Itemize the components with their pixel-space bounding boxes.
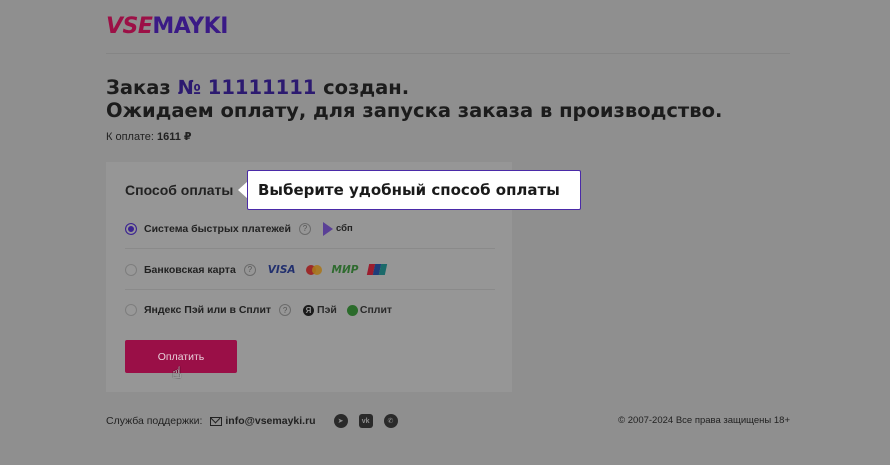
option-yandex-label: Яндекс Пэй или в Сплит <box>144 304 272 316</box>
sbp-text: сбп <box>335 223 353 234</box>
order-subtitle: Ожидаем оплату, для запуска заказа в про… <box>106 99 723 122</box>
copyright: © 2007-2024 Все права защищены 18+ <box>618 415 790 426</box>
mir-logo-icon: МИР <box>331 263 359 276</box>
telegram-icon[interactable]: ➤ <box>333 414 348 428</box>
yandex-pay-logo-icon: Я Пэй <box>303 304 337 316</box>
order-number: № 11111111 <box>177 76 317 99</box>
vk-icon[interactable]: vk <box>358 414 373 428</box>
mail-icon <box>210 416 223 426</box>
option-card[interactable]: Банковская карта ? VISA МИР <box>125 250 495 290</box>
radio-card[interactable] <box>125 263 137 276</box>
yandex-pay-text: Пэй <box>317 304 337 316</box>
social-links: ➤ vk ✆ <box>333 414 409 428</box>
visa-logo-icon: VISA <box>267 263 296 276</box>
option-sbp[interactable]: Система быстрых платежей ? сбп <box>125 209 495 249</box>
whatsapp-icon[interactable]: ✆ <box>383 414 398 428</box>
support-info: Служба поддержки: info@vsemayki.ru ➤ vk … <box>106 414 409 428</box>
order-prefix: Заказ <box>106 76 178 99</box>
split-logo-icon: Сплит <box>346 304 393 316</box>
option-yandex[interactable]: Яндекс Пэй или в Сплит ? Я Пэй Сплит <box>125 290 495 330</box>
help-icon[interactable]: ? <box>298 222 311 235</box>
unionpay-logo-icon <box>367 264 388 275</box>
logo-part-1: VSE <box>106 14 153 39</box>
support-email-link[interactable]: info@vsemayki.ru <box>225 415 315 427</box>
split-text: Сплит <box>359 304 393 316</box>
support-label: Служба поддержки: <box>106 415 203 427</box>
amount-label: К оплате: <box>106 131 157 143</box>
help-icon[interactable]: ? <box>279 304 292 316</box>
tooltip: Выберите удобный способ оплаты <box>247 170 581 210</box>
sbp-logo-icon: сбп <box>322 221 353 236</box>
payment-title: Способ оплаты <box>125 182 234 198</box>
order-headline: Заказ № 11111111 создан. Ожидаем оплату,… <box>106 76 722 122</box>
order-suffix: создан. <box>316 76 410 99</box>
option-card-label: Банковская карта <box>144 263 236 276</box>
logo[interactable]: VSEMAYKI <box>106 14 228 39</box>
logo-part-2: MAYKI <box>152 14 228 39</box>
amount-due: К оплате: 1611 ₽ <box>106 130 192 143</box>
radio-yandex[interactable] <box>125 304 137 316</box>
amount-value: 1611 ₽ <box>156 131 192 143</box>
hand-cursor-icon: ☝ <box>172 365 182 382</box>
radio-sbp[interactable] <box>125 222 137 235</box>
header-divider <box>106 53 790 54</box>
mastercard-logo-icon <box>305 264 322 275</box>
option-sbp-label: Система быстрых платежей <box>144 222 291 235</box>
help-icon[interactable]: ? <box>243 263 256 276</box>
